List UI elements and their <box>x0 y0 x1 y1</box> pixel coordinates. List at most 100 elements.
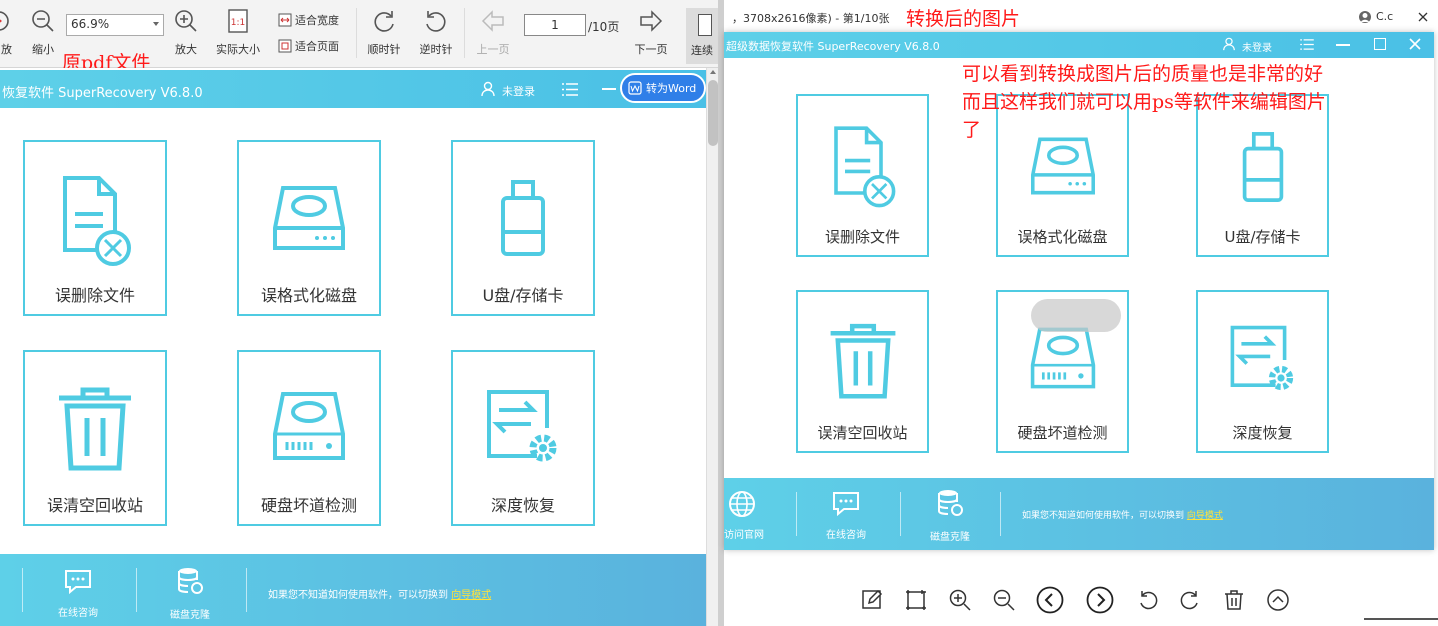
word-icon <box>628 81 642 95</box>
disk-clone-button[interactable]: 磁盘克隆 <box>160 566 220 621</box>
card-usb-storage[interactable]: U盘/存储卡 <box>451 140 595 316</box>
online-consult-button: 在线咨询 <box>816 490 876 541</box>
toolbar-divider <box>464 8 465 58</box>
page-total: /10页 <box>588 20 620 34</box>
menu-icon <box>1300 39 1314 50</box>
edit-icon[interactable] <box>860 588 884 612</box>
app-title: 恢复软件 SuperRecovery V6.8.0 <box>2 86 203 101</box>
rotate-clockwise-icon <box>374 11 394 32</box>
rotate-left-icon[interactable] <box>1136 588 1160 612</box>
chat-icon <box>833 492 859 516</box>
actual-size-icon: 1:1 <box>228 9 248 33</box>
prev-page-button[interactable]: 上一页 <box>474 6 512 57</box>
actual-size-button[interactable]: 1:1 实际大小 <box>212 6 264 57</box>
zoom-out-button[interactable]: 缩小 <box>30 6 56 57</box>
usb-drive-icon <box>501 180 545 256</box>
enlarge-button[interactable]: 放 <box>0 6 12 57</box>
zoom-in-icon[interactable] <box>948 588 972 612</box>
database-icon <box>178 568 203 594</box>
annotation-note: 可以看到转换成图片后的质量也是非常的好 而且这样我们就可以用ps等软件来编辑图片… <box>962 63 1326 141</box>
app-header: 恢复软件 SuperRecovery V6.8.0 未登录 转为Word <box>0 70 706 108</box>
scroll-up-icon[interactable] <box>710 70 716 74</box>
toolbar-divider <box>356 8 357 58</box>
scrollbar-thumb[interactable] <box>708 80 718 146</box>
minimize-icon <box>1336 44 1350 46</box>
login-status[interactable]: 未登录 <box>502 83 535 99</box>
continuous-button[interactable]: 连续 <box>686 8 718 64</box>
rotate-right-icon[interactable] <box>1178 588 1202 612</box>
user-avatar-icon <box>1359 11 1371 23</box>
annotation-converted: 转换后的图片 <box>906 8 1021 30</box>
svg-text:1:1: 1:1 <box>231 18 245 28</box>
guide-text: 如果您不知道如何使用软件，可以切换到 向导模式 <box>268 590 492 601</box>
chat-icon <box>65 570 91 594</box>
visit-site-button: 访问官网 <box>712 490 772 541</box>
user-name: C.c <box>1376 10 1394 23</box>
rotate-counterclockwise-icon <box>426 11 446 32</box>
file-delete-icon <box>63 176 131 266</box>
deep-recovery-icon <box>1230 325 1293 391</box>
disk-clone-button: 磁盘克隆 <box>920 488 980 543</box>
rotate-cw-button[interactable]: 顺时针 <box>366 6 402 57</box>
next-image-icon[interactable] <box>1086 586 1114 614</box>
zoom-out-icon[interactable] <box>992 588 1016 612</box>
deep-recovery-icon <box>487 390 557 462</box>
arrow-right-icon <box>640 10 663 32</box>
trash-icon <box>59 387 131 471</box>
fit-width-button[interactable]: 适合宽度 <box>278 12 339 28</box>
user-icon <box>1223 37 1235 51</box>
guide-text: 如果您不知道如何使用软件，可以切换到 向导模式 <box>1022 511 1223 521</box>
continuous-page-icon <box>698 14 712 36</box>
login-status: 未登录 <box>1242 43 1272 54</box>
disk-scan-icon <box>273 392 345 460</box>
divider <box>1364 618 1438 620</box>
rotate-ccw-button[interactable]: 逆时针 <box>418 6 454 57</box>
viewer-tooltip <box>1031 299 1121 332</box>
pdf-page: 恢复软件 SuperRecovery V6.8.0 未登录 转为Word 误删除… <box>0 68 706 626</box>
guide-mode-link[interactable]: 向导模式 <box>451 590 491 601</box>
expand-up-icon[interactable] <box>1266 588 1290 612</box>
card-recycle-bin: 误清空回收站 <box>796 290 929 453</box>
zoom-in-button[interactable]: 放大 <box>172 6 200 57</box>
file-delete-icon <box>833 126 895 208</box>
card-formatted-disk[interactable]: 误格式化磁盘 <box>237 140 381 316</box>
card-deleted-files[interactable]: 误删除文件 <box>23 140 167 316</box>
zoom-partial-icon <box>0 11 9 31</box>
close-icon <box>1409 38 1421 50</box>
fit-page-icon <box>278 39 292 53</box>
vertical-scrollbar[interactable] <box>706 68 718 626</box>
zoom-out-icon <box>32 10 54 32</box>
card-deleted-files: 误删除文件 <box>796 94 929 257</box>
user-icon <box>481 81 495 97</box>
page-number-input[interactable]: 1 <box>524 14 586 36</box>
database-icon <box>938 490 963 516</box>
card-deep-recovery: 深度恢复 <box>1196 290 1329 453</box>
hard-disk-icon <box>273 186 345 250</box>
online-consult-button[interactable]: 在线咨询 <box>48 568 108 619</box>
card-bad-sector[interactable]: 硬盘坏道检测 <box>237 350 381 526</box>
fit-page-button[interactable]: 适合页面 <box>278 38 339 54</box>
minimize-icon[interactable] <box>602 88 616 90</box>
menu-icon[interactable] <box>562 83 578 96</box>
card-deep-recovery[interactable]: 深度恢复 <box>451 350 595 526</box>
zoom-select[interactable]: 66.9% <box>66 14 164 36</box>
close-icon[interactable] <box>1418 12 1428 22</box>
app-header: 超级数据恢复软件 SuperRecovery V6.8.0 未登录 <box>724 32 1434 58</box>
trash-icon <box>830 323 895 399</box>
zoom-in-icon <box>175 10 197 32</box>
viewer-titlebar: ，3708x2616像素) - 第1/10张 C.c <box>724 0 1438 32</box>
fit-width-icon <box>278 13 292 27</box>
arrow-left-icon <box>481 10 504 32</box>
previous-image-icon[interactable] <box>1036 586 1064 614</box>
maximize-icon <box>1374 38 1386 50</box>
next-page-button[interactable]: 下一页 <box>632 6 670 57</box>
crop-icon[interactable] <box>904 588 928 612</box>
guide-mode-link: 向导模式 <box>1186 511 1223 521</box>
delete-icon[interactable] <box>1222 588 1246 612</box>
image-info: ，3708x2616像素) - 第1/10张 <box>732 12 890 25</box>
convert-word-button[interactable]: 转为Word <box>620 73 706 103</box>
app-footer: 在线咨询 磁盘克隆 如果您不知道如何使用软件，可以切换到 向导模式 <box>0 554 706 626</box>
app-footer: 访问官网 在线咨询 磁盘克隆 如果您不知道如何使用软件，可以切换到 向导模式 <box>724 478 1434 550</box>
viewer-toolbar <box>724 578 1438 626</box>
card-recycle-bin[interactable]: 误清空回收站 <box>23 350 167 526</box>
